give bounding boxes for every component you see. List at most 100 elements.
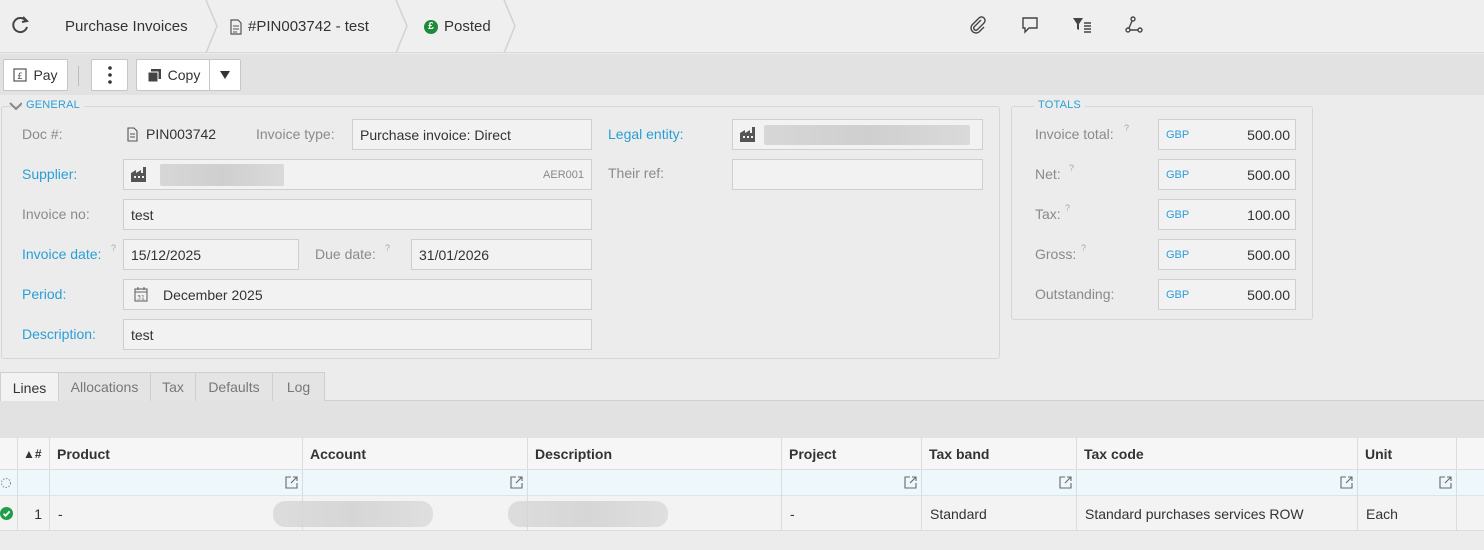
row-description-redacted [508,501,668,527]
filter-project[interactable] [782,470,922,496]
grid-header-account[interactable]: Account [303,438,528,470]
open-external-icon[interactable] [904,476,917,489]
column-label: Unit [1365,446,1393,462]
description-label[interactable]: Description: [22,326,96,342]
filter-description[interactable] [528,470,782,496]
currency-code: GBP [1166,128,1190,141]
pay-icon: £ [13,68,28,82]
grid-header-unit[interactable]: Unit [1358,438,1457,470]
filter-list-icon[interactable] [1072,15,1092,35]
svg-text:£: £ [18,72,24,82]
invoice-no-label: Invoice no: [22,206,90,222]
gross-help-icon[interactable]: ? [1081,243,1086,253]
breadcrumb-module[interactable]: Purchase Invoices [65,0,188,53]
refresh-icon[interactable] [9,14,31,36]
grid-header-tax-code[interactable]: Tax code [1077,438,1358,470]
tab-allocations[interactable]: Allocations [58,372,151,401]
open-external-icon[interactable] [285,476,298,489]
row-tax-band-value: Standard [930,505,987,522]
invoice-date-help-icon[interactable]: ? [111,243,116,253]
period-field[interactable]: 31 December 2025 [123,279,592,310]
currency-code: GBP [1166,248,1190,261]
open-external-icon[interactable] [1340,476,1353,489]
row-tax-band[interactable]: Standard [922,496,1077,531]
copy-button-label: Copy [167,67,201,83]
legal-entity-field[interactable] [732,119,983,150]
pay-button[interactable]: £ Pay [3,59,68,91]
grid-filter-row [0,470,1484,496]
filter-product[interactable] [50,470,303,496]
comment-icon[interactable] [1020,15,1040,35]
filter-tax-code[interactable] [1077,470,1358,496]
tax-label: Tax: [1035,206,1061,222]
supplier-field[interactable]: AER001 [123,159,592,190]
description-value: test [131,326,154,343]
row-tax-code-value: Standard purchases services ROW [1085,505,1304,522]
invoice-no-field[interactable]: test [123,199,592,230]
row-product[interactable]: - [50,496,303,531]
grid-header-description[interactable]: Description [528,438,782,470]
row-project[interactable]: - [782,496,922,531]
outstanding-value: 500.00 [1247,286,1290,303]
share-icon[interactable] [1124,15,1144,35]
row-product-value: - [58,505,63,522]
open-external-icon[interactable] [1059,476,1072,489]
tax-help-icon[interactable]: ? [1065,203,1070,213]
invoice-total-label: Invoice total: [1035,126,1114,142]
sort-ascending-label: ▲# [23,447,42,461]
more-options-button[interactable] [91,59,128,91]
row-account-redacted [273,501,433,527]
row-unit[interactable]: Each [1358,496,1457,531]
filter-tax-band[interactable] [922,470,1077,496]
tab-tax[interactable]: Tax [150,372,196,401]
filter-unit[interactable] [1358,470,1457,496]
net-field: GBP 500.00 [1158,159,1296,190]
invoice-type-label: Invoice type: [256,126,335,142]
building-icon [740,127,755,142]
detail-tabs: Lines Allocations Tax Defaults Log [0,372,1484,402]
tab-defaults[interactable]: Defaults [195,372,273,401]
legal-entity-label[interactable]: Legal entity: [608,126,684,142]
copy-button[interactable]: Copy [136,59,210,91]
toolbar-divider [78,66,79,86]
collapse-chevron-icon[interactable] [9,102,23,112]
column-label: Description [535,446,613,462]
invoice-total-help-icon[interactable]: ? [1124,123,1129,133]
posted-icon: £ [424,19,438,34]
column-label: Project [789,446,837,462]
net-help-icon[interactable]: ? [1069,163,1074,173]
open-external-icon[interactable] [510,476,523,489]
due-date-help-icon[interactable]: ? [385,243,390,253]
their-ref-label: Their ref: [608,165,665,181]
grid-header-project[interactable]: Project [782,438,922,470]
grid-header-tax-band[interactable]: Tax band [922,438,1077,470]
grid-header-product[interactable]: Product [50,438,303,470]
filter-account[interactable] [303,470,528,496]
row-description[interactable] [508,496,782,531]
breadcrumb-document[interactable]: #PIN003742 - test [230,0,369,53]
attachment-icon[interactable] [968,15,988,35]
invoice-type-field[interactable]: Purchase invoice: Direct [352,119,592,150]
row-tax-code[interactable]: Standard purchases services ROW [1077,496,1358,531]
currency-code: GBP [1166,168,1190,181]
document-icon [127,127,138,142]
period-label[interactable]: Period: [22,286,66,302]
net-label: Net: [1035,166,1061,182]
row-account[interactable] [273,496,528,531]
gross-label: Gross: [1035,246,1077,262]
grid-header-number[interactable]: ▲# [18,438,50,470]
table-row[interactable]: 1 - - Standard Standard purchases servic… [0,496,1484,531]
document-icon [230,18,242,35]
description-field[interactable]: test [123,319,592,350]
invoice-date-field[interactable]: 15/12/2025 [123,239,299,270]
copy-dropdown-button[interactable] [209,59,241,91]
invoice-date-value: 15/12/2025 [131,246,202,263]
their-ref-field[interactable] [732,159,983,190]
open-external-icon[interactable] [1439,476,1452,489]
due-date-field[interactable]: 31/01/2026 [411,239,592,270]
doc-number-value: PIN003742 [146,126,217,142]
tab-lines[interactable]: Lines [0,372,59,402]
tab-log[interactable]: Log [272,372,325,401]
invoice-date-label[interactable]: Invoice date: [22,246,101,262]
supplier-label[interactable]: Supplier: [22,166,77,182]
